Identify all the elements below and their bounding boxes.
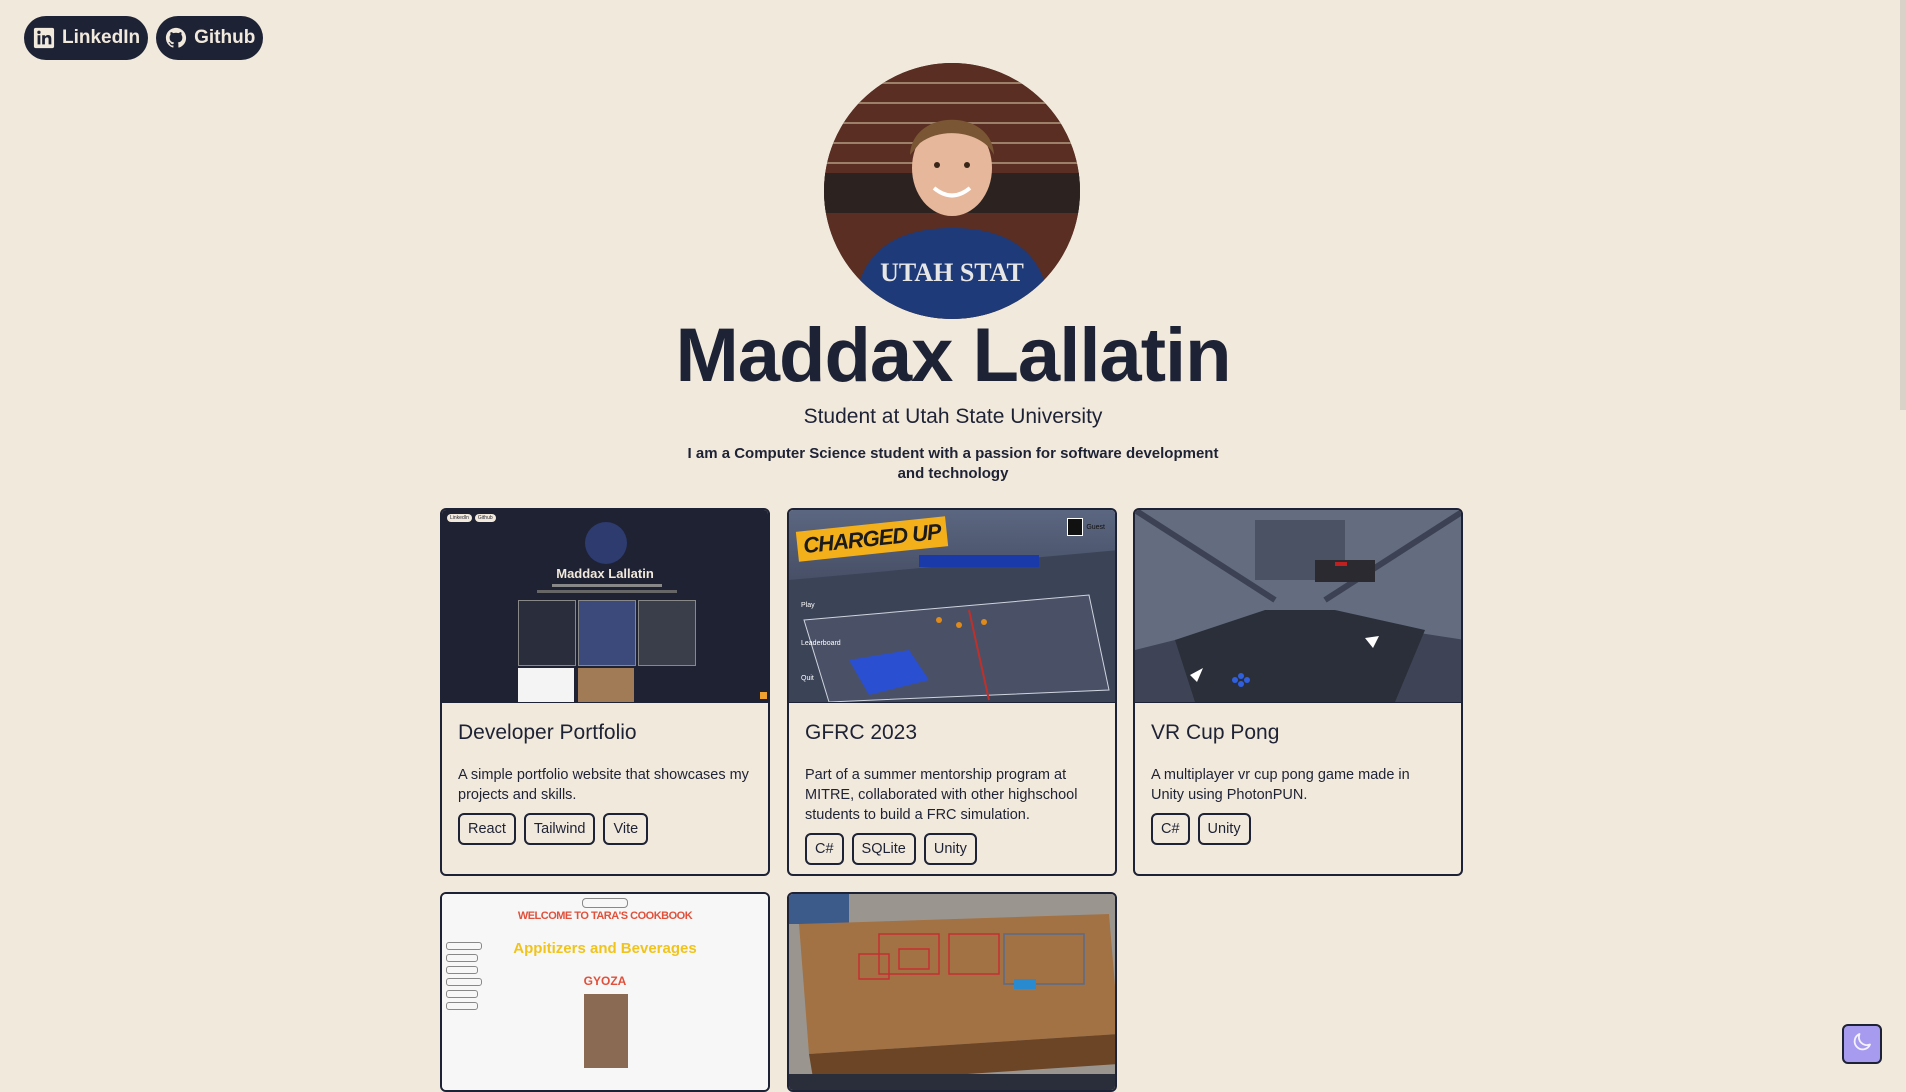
tag-csharp: C#: [805, 833, 844, 865]
svg-text:UTAH STAT: UTAH STAT: [880, 258, 1024, 287]
social-links: LinkedIn Github: [24, 16, 264, 60]
mini-linkedin-label: LinkedIn: [447, 514, 472, 522]
tag-unity: Unity: [923, 833, 977, 865]
project-description: A simple portfolio website that showcase…: [458, 767, 749, 803]
subtitle: Student at Utah State University: [803, 405, 1103, 428]
project-card-cookbook[interactable]: WELCOME TO TARA'S COOKBOOK Appitizers an…: [440, 892, 770, 1092]
cookbook-heading: WELCOME TO TARA'S COOKBOOK: [517, 910, 693, 922]
project-description: A multiplayer vr cup pong game made in U…: [1151, 767, 1410, 803]
project-description: Part of a summer mentorship program at M…: [805, 767, 1078, 823]
project-thumbnail: WELCOME TO TARA'S COOKBOOK Appitizers an…: [442, 894, 768, 1090]
user-icon: [1067, 518, 1084, 536]
project-card-game-board[interactable]: [787, 892, 1117, 1092]
scrollbar[interactable]: [1900, 0, 1906, 410]
github-label: Github: [194, 27, 256, 48]
tag-react: React: [458, 813, 516, 845]
project-title: VR Cup Pong: [1151, 721, 1280, 744]
linkedin-button[interactable]: LinkedIn: [24, 16, 149, 60]
moon-icon: [1850, 1030, 1874, 1059]
guest-label: Guest: [1086, 523, 1105, 531]
project-title: Developer Portfolio: [458, 721, 637, 744]
project-card-gfrc-2023[interactable]: CHARGED UP Play Leaderboard Quit Guest G…: [787, 508, 1117, 876]
tag-csharp: C#: [1151, 813, 1190, 845]
menu-play: Play: [801, 602, 815, 609]
project-thumbnail: [1135, 510, 1461, 703]
profile-photo: UTAH STAT: [824, 63, 1080, 319]
project-thumbnail: CHARGED UP Play Leaderboard Quit Guest: [789, 510, 1115, 703]
project-tags: React Tailwind Vite: [458, 813, 752, 845]
project-thumbnail: [789, 894, 1115, 1090]
project-title: GFRC 2023: [805, 721, 918, 744]
tag-tailwind: Tailwind: [523, 813, 596, 845]
project-card-developer-portfolio[interactable]: LinkedIn Github Maddax Lallatin Develope…: [440, 508, 770, 876]
mini-github-label: Github: [474, 514, 496, 522]
tag-sqlite: SQLite: [851, 833, 916, 865]
cookbook-section: Appitizers and Beverages: [513, 940, 697, 957]
dark-mode-toggle[interactable]: [1842, 1024, 1882, 1064]
tag-unity: Unity: [1197, 813, 1251, 845]
mini-title: Maddax Lallatin: [556, 566, 654, 581]
menu-leaderboard: Leaderboard: [801, 640, 841, 647]
linkedin-icon: [32, 26, 56, 50]
project-card-vr-cup-pong[interactable]: VR Cup Pong A multiplayer vr cup pong ga…: [1133, 508, 1463, 876]
github-button[interactable]: Github: [156, 16, 264, 60]
github-icon: [164, 26, 188, 50]
project-tags: C# SQLite Unity: [805, 833, 1099, 865]
page-title: Maddax Lallatin: [675, 313, 1231, 398]
cookbook-dish: GYOZA: [583, 974, 627, 988]
tag-vite: Vite: [603, 813, 649, 845]
linkedin-label: LinkedIn: [62, 27, 141, 48]
menu-quit: Quit: [801, 675, 814, 682]
bio: I am a Computer Science student with a p…: [687, 445, 1219, 482]
project-tags: C# Unity: [1151, 813, 1445, 845]
project-thumbnail: LinkedIn Github Maddax Lallatin: [442, 510, 768, 703]
